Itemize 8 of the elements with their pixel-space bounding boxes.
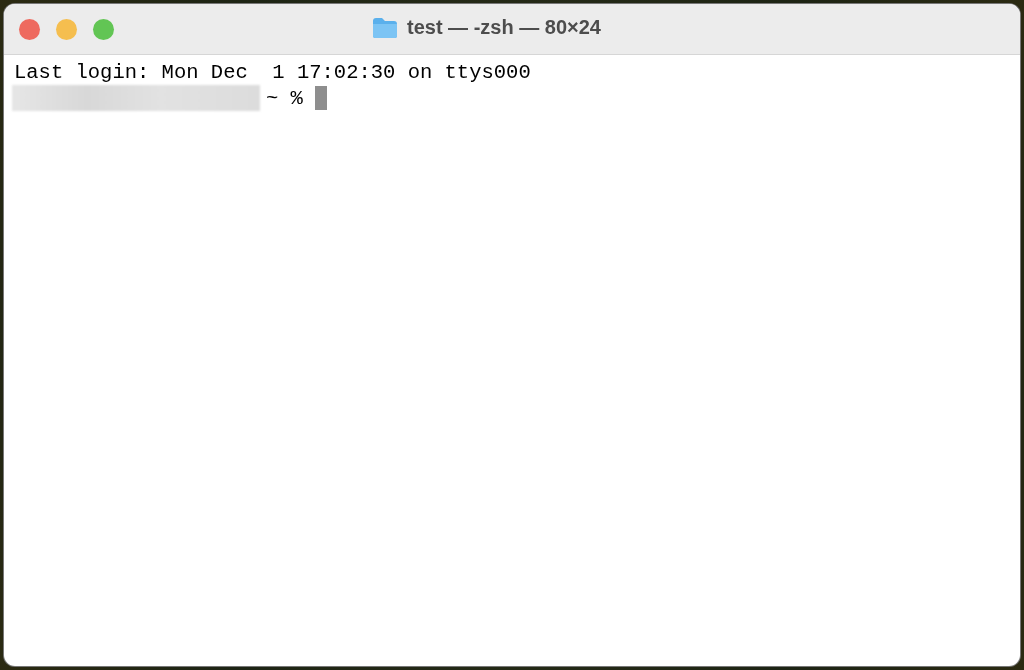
terminal-area[interactable]: Last login: Mon Dec 1 17:02:30 on ttys000 ~ % bbox=[4, 55, 1020, 666]
window-title: test — -zsh — 80×24 bbox=[407, 16, 601, 39]
folder-icon bbox=[372, 16, 398, 39]
zoom-button[interactable] bbox=[93, 18, 114, 40]
output-text: Last login: Mon Dec 1 17:02:30 on ttys000 bbox=[14, 60, 531, 84]
minimize-button[interactable] bbox=[56, 18, 77, 40]
prompt-text: ~ % bbox=[266, 86, 303, 110]
close-button[interactable] bbox=[19, 18, 40, 40]
